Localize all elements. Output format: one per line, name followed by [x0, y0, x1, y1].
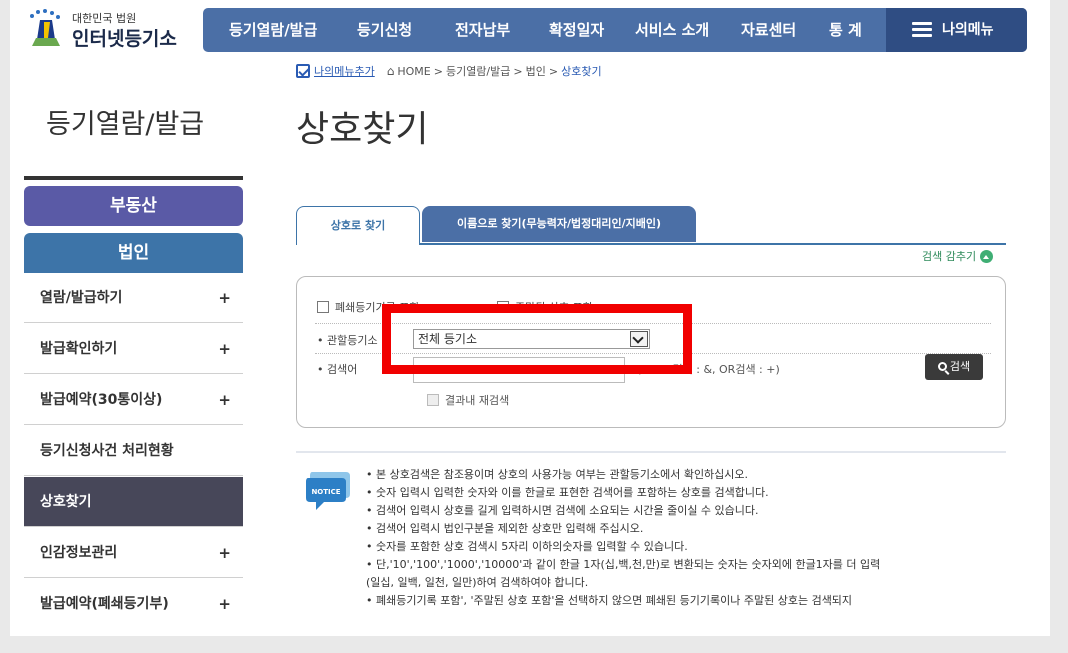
breadcrumb-separator: >	[433, 64, 443, 78]
lnb-item-label: 상호찾기	[40, 494, 92, 510]
lnb-item-label: 발급예약(30통이상)	[40, 392, 163, 408]
collapse-search-button[interactable]: 검색 감추기	[922, 248, 994, 264]
lnb-item-label: 발급확인하기	[40, 341, 118, 357]
svg-text:NOTICE: NOTICE	[311, 488, 340, 496]
gnb-item-statistics[interactable]: 통 계	[829, 8, 862, 52]
office-label: • 관할등기소	[317, 334, 378, 347]
gnb-item-service-intro[interactable]: 서비스 소개	[635, 8, 709, 52]
lnb-real-estate-button[interactable]: 부동산	[24, 186, 243, 226]
hamburger-icon	[912, 22, 932, 38]
breadcrumb-separator: >	[548, 64, 559, 78]
notice-list: • 본 상호검색은 참조용이며 상호의 사용가능 여부는 관할등기소에서 확인하…	[366, 466, 880, 610]
plus-icon: +	[218, 340, 231, 358]
gnb-item-registration[interactable]: 등기신청	[357, 8, 412, 52]
collapse-up-icon	[980, 249, 994, 263]
collapse-search-label: 검색 감추기	[922, 250, 977, 263]
lnb-item-issue-check[interactable]: 발급확인하기 +	[24, 324, 243, 374]
notice-icon: NOTICE	[306, 472, 350, 510]
research-option[interactable]: 결과내 재검색	[427, 392, 509, 408]
notice-divider	[296, 451, 1006, 453]
plus-icon: +	[218, 391, 231, 409]
gnb-item-view-issue[interactable]: 등기열람/발급	[229, 8, 317, 52]
lnb-item-case-status[interactable]: 등기신청사건 처리현황	[24, 426, 243, 476]
notice-line: • 본 상호검색은 참조용이며 상호의 사용가능 여부는 관할등기소에서 확인하…	[366, 468, 749, 481]
notice-line: • 숫자를 포함한 상호 검색시 5자리 이하의숫자를 입력할 수 있습니다.	[366, 540, 688, 553]
notice-line: • 숫자 입력시 입력한 숫자와 이를 한글로 표현한 검색어를 포함하는 상호…	[366, 486, 769, 499]
breadcrumb-view-issue[interactable]: 등기열람/발급	[446, 63, 510, 79]
lnb-item-seal-info[interactable]: 인감정보관리 +	[24, 528, 243, 578]
lnb-item-label: 인감정보관리	[40, 545, 118, 561]
lnb-item-trade-name-search[interactable]: 상호찾기	[24, 477, 243, 527]
tab-trade-name[interactable]: 상호로 찾기	[296, 206, 420, 244]
breadcrumb-corp[interactable]: 법인	[526, 63, 546, 79]
notice-line: (일십, 일백, 일천, 일만)하여 검색하여야 합니다.	[366, 576, 589, 589]
tab-person-name[interactable]: 이름으로 찾기(무능력자/법정대리인/지배인)	[422, 206, 696, 242]
lnb-item-label: 등기신청사건 처리현황	[40, 443, 174, 459]
my-menu-label: 나의메뉴	[942, 22, 994, 38]
search-icon	[937, 362, 947, 371]
plus-icon: +	[218, 289, 231, 307]
lnb-item-label: 열람/발급하기	[40, 290, 123, 306]
closed-records-checkbox[interactable]	[317, 301, 329, 313]
notice-line: • 검색어 입력시 상호를 길게 입력하시면 검색에 소요되는 시간을 줄이실 …	[366, 504, 759, 517]
court-emblem-icon	[30, 9, 60, 46]
research-checkbox[interactable]	[427, 394, 439, 406]
lnb-item-issue-reserve[interactable]: 발급예약(30통이상) +	[24, 375, 243, 425]
breadcrumb-current: 상호찾기	[561, 65, 602, 78]
breadcrumb-home[interactable]: HOME	[397, 65, 430, 78]
gnb-item-fixed-date[interactable]: 확정일자	[549, 8, 604, 52]
breadcrumb: 나의메뉴추가 ⌂ HOME > 등기열람/발급 > 법인 > 상호찾기	[296, 62, 602, 80]
home-icon[interactable]: ⌂	[387, 64, 395, 78]
section-title: 등기열람/발급	[46, 109, 205, 140]
lnb-item-view-issue[interactable]: 열람/발급하기 +	[24, 273, 243, 323]
gnb-item-e-payment[interactable]: 전자납부	[455, 8, 510, 52]
lnb-item-closed-reserve[interactable]: 발급예약(폐쇄등기부) +	[24, 579, 243, 629]
court-logo[interactable]: 대한민국 법원 인터넷등기소	[24, 4, 199, 50]
highlight-annotation-box	[382, 304, 692, 374]
research-label: 결과내 재검색	[445, 394, 510, 407]
lnb-top-divider	[24, 176, 243, 180]
logo-title: 인터넷등기소	[72, 28, 177, 50]
plus-icon: +	[218, 595, 231, 613]
global-nav: 등기열람/발급 등기신청 전자납부 확정일자 서비스 소개 자료센터 통 계 나…	[203, 8, 1027, 52]
search-button-label: 검색	[949, 360, 971, 373]
page: 대한민국 법원 인터넷등기소 등기열람/발급 등기신청 전자납부 확정일자 서비…	[10, 0, 1050, 636]
search-button[interactable]: 검색	[925, 354, 983, 380]
lnb-corp-button[interactable]: 법인	[24, 233, 243, 273]
lnb-item-label: 발급예약(폐쇄등기부)	[40, 596, 169, 612]
breadcrumb-separator: >	[513, 64, 523, 78]
add-menu-check-icon	[296, 64, 310, 78]
add-my-menu-link[interactable]: 나의메뉴추가	[314, 63, 375, 79]
notice-line: • 검색어 입력시 법인구분을 제외한 상호만 입력해 주십시오.	[366, 522, 644, 535]
page-title: 상호찾기	[296, 109, 429, 150]
plus-icon: +	[218, 544, 231, 562]
notice-line: • 단,'10','100','1000','10000'과 같이 한글 1자(…	[366, 558, 881, 571]
gnb-item-data-center[interactable]: 자료센터	[741, 8, 796, 52]
notice-line: • 폐쇄등기기록 포함', '주말된 상호 포함'을 선택하지 않으면 폐쇄된 …	[366, 594, 853, 607]
keyword-label: • 검색어	[317, 363, 358, 376]
my-menu-button[interactable]: 나의메뉴	[886, 8, 1027, 52]
